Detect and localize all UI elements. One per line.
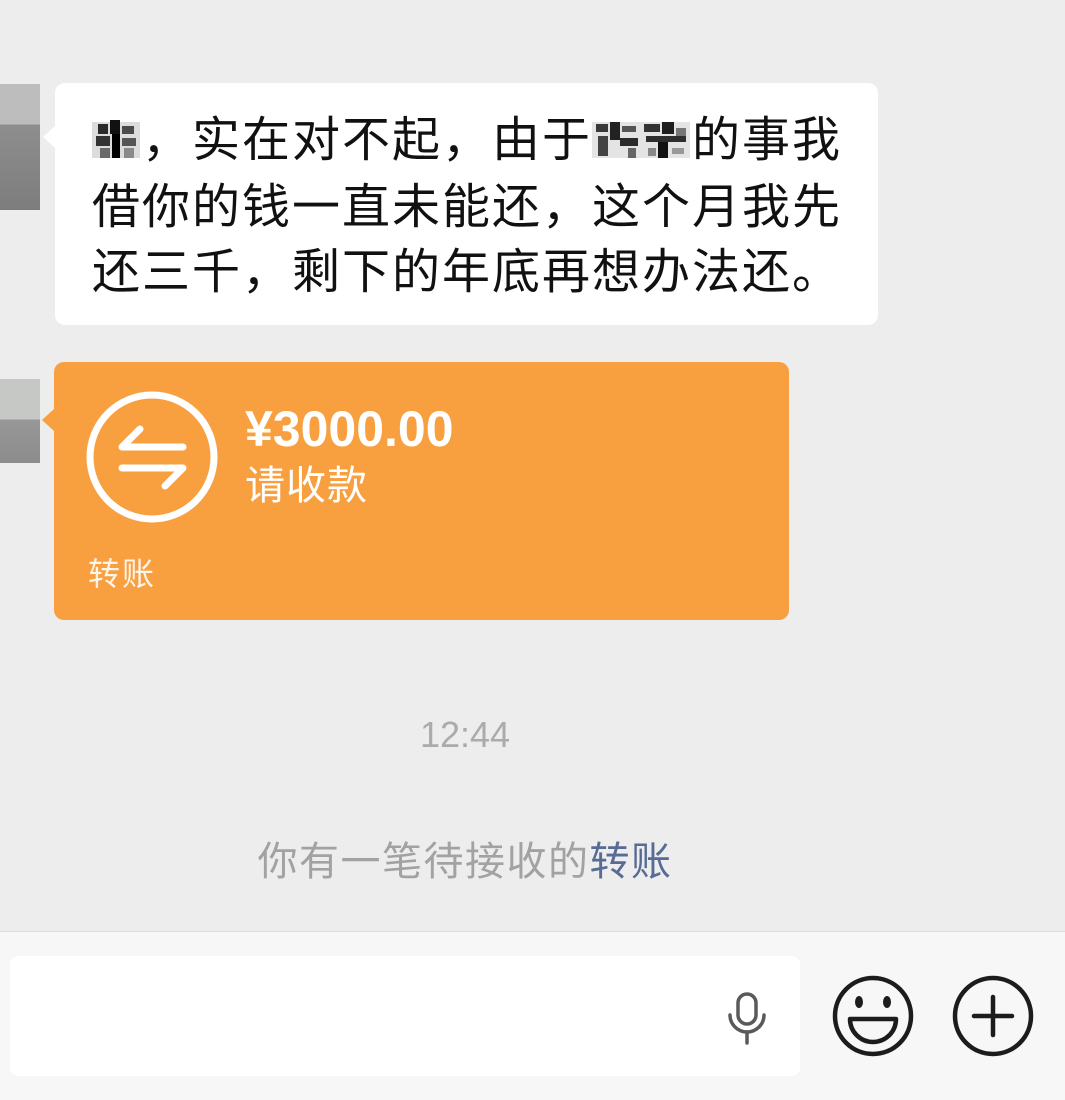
bubble-tail [42, 409, 54, 431]
transfer-link[interactable]: 转账 [590, 839, 673, 885]
message-timestamp: 12:44 [419, 714, 511, 755]
microphone-icon[interactable] [724, 991, 770, 1047]
message-text: ，实在对不起，由于 [142, 112, 593, 168]
plus-icon[interactable] [950, 973, 1036, 1059]
transfer-arrows-icon [86, 391, 218, 523]
transfer-card[interactable]: ¥3000.00 请收款 转账 [54, 362, 789, 620]
transfer-status: 请收款 [245, 463, 368, 509]
contact-avatar[interactable] [0, 84, 40, 210]
bubble-tail [43, 126, 55, 148]
contact-avatar[interactable] [0, 379, 40, 463]
emoji-icon[interactable] [830, 973, 916, 1059]
transfer-amount: ¥3000.00 [245, 401, 454, 457]
message-line-1: ，实在对不起，由于 的事我 [92, 112, 842, 168]
redacted-text [592, 122, 691, 158]
redacted-text [92, 120, 140, 158]
text-message-bubble[interactable]: ，实在对不起，由于 的事我 借你的钱一直未能还，这个月我先 还三千，剩下的年底再… [55, 83, 878, 325]
input-bar [0, 931, 1065, 1100]
transfer-label: 转账 [88, 555, 157, 593]
pending-transfer-notice: 你有一笔待接收的转账 [0, 840, 930, 884]
chat-screen: ，实在对不起，由于 的事我 借你的钱一直未能还，这个月我先 还三千，剩下的年底再… [0, 0, 1065, 1100]
message-line-3: 还三千，剩下的年底再想办法还。 [92, 244, 843, 300]
message-input[interactable] [10, 956, 800, 1076]
message-line-2: 借你的钱一直未能还，这个月我先 [92, 179, 843, 235]
notice-text: 你有一笔待接收的 [257, 839, 590, 885]
message-text: 的事我 [692, 112, 843, 168]
